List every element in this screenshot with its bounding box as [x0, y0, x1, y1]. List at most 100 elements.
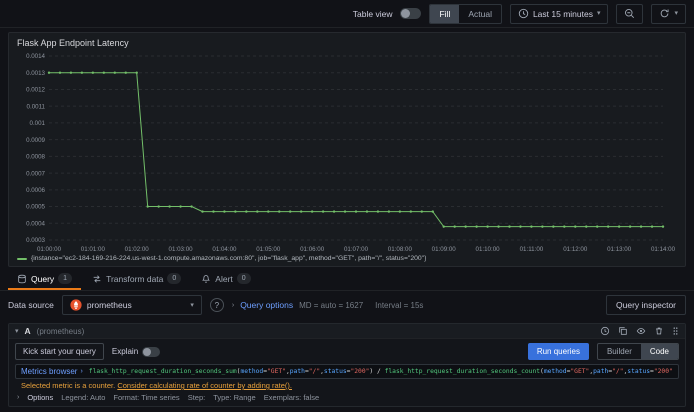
svg-text:01:05:00: 01:05:00 — [256, 246, 281, 253]
svg-text:0.0006: 0.0006 — [26, 187, 45, 194]
svg-text:01:01:00: 01:01:00 — [81, 246, 106, 253]
svg-text:01:04:00: 01:04:00 — [212, 246, 237, 253]
transform-icon — [92, 274, 102, 284]
svg-text:01:08:00: 01:08:00 — [388, 246, 413, 253]
query-row-header[interactable]: ▾ A (prometheus) — [9, 324, 685, 339]
svg-text:01:09:00: 01:09:00 — [432, 246, 457, 253]
table-view-toggle[interactable] — [400, 8, 422, 19]
tab-count: 1 — [58, 273, 73, 284]
actual-button[interactable]: Actual — [459, 5, 501, 23]
metrics-browser-label: Metrics browser — [21, 367, 78, 376]
svg-text:0.0013: 0.0013 — [26, 70, 45, 77]
svg-text:0.0007: 0.0007 — [26, 170, 45, 177]
svg-text:0.001: 0.001 — [30, 120, 46, 127]
query-options-collapsible[interactable]: › Query options MD = auto = 1627 Interva… — [232, 300, 424, 310]
chevron-right-icon: › — [17, 394, 20, 401]
query-row-card: ▾ A (prometheus) Kick start your query E… — [8, 323, 686, 407]
run-queries-button[interactable]: Run queries — [527, 343, 589, 360]
query-datasource-hint: (prometheus) — [36, 326, 85, 336]
option-legend: Legend: Auto — [61, 393, 106, 402]
bell-icon — [201, 274, 211, 284]
collapse-chevron-icon[interactable]: ▾ — [15, 328, 19, 335]
query-options-label: Query options — [240, 300, 294, 310]
promql-expression[interactable]: flask_http_request_duration_seconds_sum(… — [89, 368, 673, 375]
datasource-label: Data source — [8, 300, 54, 310]
series-swatch — [17, 257, 27, 260]
tab-count: 0 — [167, 273, 182, 284]
svg-text:0.0014: 0.0014 — [26, 53, 45, 60]
tab-label: Query — [31, 273, 55, 284]
chart-legend[interactable]: {instance="ec2-184-169-216-224.us-west-1… — [17, 254, 677, 265]
promql-editor[interactable]: Metrics browser › flask_http_request_dur… — [15, 364, 679, 379]
tab-transform-data[interactable]: Transform data 0 — [83, 267, 190, 290]
editor-tabs: Query 1 Transform data 0 Alert 0 — [0, 267, 694, 291]
datasource-picker[interactable]: prometheus ▾ — [61, 295, 202, 315]
query-inspector-button[interactable]: Query inspector — [606, 295, 686, 315]
svg-text:01:03:00: 01:03:00 — [169, 246, 194, 253]
panel-flask-latency: Flask App Endpoint Latency 0.0003 0.0004 0… — [8, 32, 686, 267]
tab-label: Transform data — [106, 273, 164, 284]
tab-alert[interactable]: Alert 0 — [192, 267, 259, 290]
refresh-button[interactable]: ▾ — [651, 3, 686, 24]
builder-button[interactable]: Builder — [598, 344, 641, 359]
kick-start-query-button[interactable]: Kick start your query — [15, 343, 104, 360]
toggle-knob — [401, 9, 411, 18]
fill-button[interactable]: Fill — [430, 4, 460, 23]
chevron-down-icon: ▾ — [190, 301, 194, 309]
code-button[interactable]: Code — [640, 344, 678, 359]
time-range-picker[interactable]: Last 15 minutes ▾ — [509, 3, 609, 24]
svg-text:0.0011: 0.0011 — [27, 103, 46, 110]
tab-count: 0 — [236, 273, 251, 284]
drag-handle-icon[interactable] — [672, 326, 679, 336]
time-range-label: Last 15 minutes — [532, 8, 593, 19]
svg-text:0.0005: 0.0005 — [26, 204, 45, 211]
chevron-down-icon: ▾ — [674, 10, 678, 17]
magnifier-minus-icon — [624, 8, 635, 19]
svg-text:01:11:00: 01:11:00 — [520, 246, 544, 253]
datasource-help-icon[interactable]: ? — [209, 298, 224, 312]
max-data-points-value: MD = auto = 1627 — [299, 300, 364, 310]
svg-text:01:14:00: 01:14:00 — [651, 246, 676, 253]
chevron-right-icon: › — [80, 368, 83, 375]
metrics-browser-button[interactable]: Metrics browser › — [21, 367, 83, 376]
chevron-down-icon: ▾ — [596, 10, 601, 17]
prometheus-icon — [70, 299, 82, 311]
svg-text:01:02:00: 01:02:00 — [125, 246, 150, 253]
explain-label: Explain — [111, 347, 139, 356]
trash-icon[interactable] — [654, 326, 664, 336]
datasource-row: Data source prometheus ▾ ? › Query optio… — [0, 291, 694, 319]
grafana-panel-editor: Table view Fill Actual Last 15 minutes ▾… — [0, 0, 694, 407]
refresh-icon — [659, 8, 670, 19]
datasource-name: prometheus — [86, 300, 132, 310]
query-options-footer[interactable]: › Options Legend: Auto Format: Time seri… — [9, 391, 685, 406]
chevron-right-icon: › — [231, 301, 235, 309]
warning-rate-link[interactable]: Consider calculating rate of counter by … — [117, 381, 292, 390]
explain-toggle[interactable] — [142, 346, 161, 357]
duplicate-icon[interactable] — [618, 326, 628, 336]
warning-text: Selected metric is a counter. — [21, 381, 116, 390]
database-icon — [17, 274, 27, 284]
svg-text:0.0008: 0.0008 — [26, 154, 45, 161]
query-ref-id: A — [24, 326, 31, 336]
option-exemplars: Exemplars: false — [263, 393, 320, 402]
svg-text:0.0004: 0.0004 — [26, 220, 45, 227]
svg-text:01:10:00: 01:10:00 — [476, 246, 501, 253]
tab-query[interactable]: Query 1 — [8, 267, 81, 290]
svg-text:01:12:00: 01:12:00 — [563, 246, 588, 253]
builder-code-toggle-group: Builder Code — [596, 343, 679, 360]
panel-title: Flask App Endpoint Latency — [17, 38, 129, 48]
query-row-actions — [600, 326, 679, 336]
table-view-label: Table view — [352, 8, 393, 19]
explain-control: Explain — [111, 346, 161, 357]
zoom-out-time-button[interactable] — [616, 3, 644, 24]
counter-warning: Selected metric is a counter. Consider c… — [9, 379, 685, 391]
topbar: Table view Fill Actual Last 15 minutes ▾… — [0, 0, 694, 28]
query-toolbar: Kick start your query Explain Run querie… — [9, 339, 685, 364]
svg-text:0.0009: 0.0009 — [26, 137, 45, 144]
svg-text:0.0003: 0.0003 — [26, 237, 45, 244]
eye-icon[interactable] — [636, 326, 646, 336]
query-options-summary: MD = auto = 1627 Interval = 15s — [299, 301, 423, 310]
history-icon[interactable] — [600, 326, 610, 336]
latency-time-series-chart[interactable]: 0.0003 0.0004 0.0005 0.0006 0.0007 0.0008 0.00… — [17, 50, 677, 254]
option-step: Step: — [187, 393, 206, 402]
